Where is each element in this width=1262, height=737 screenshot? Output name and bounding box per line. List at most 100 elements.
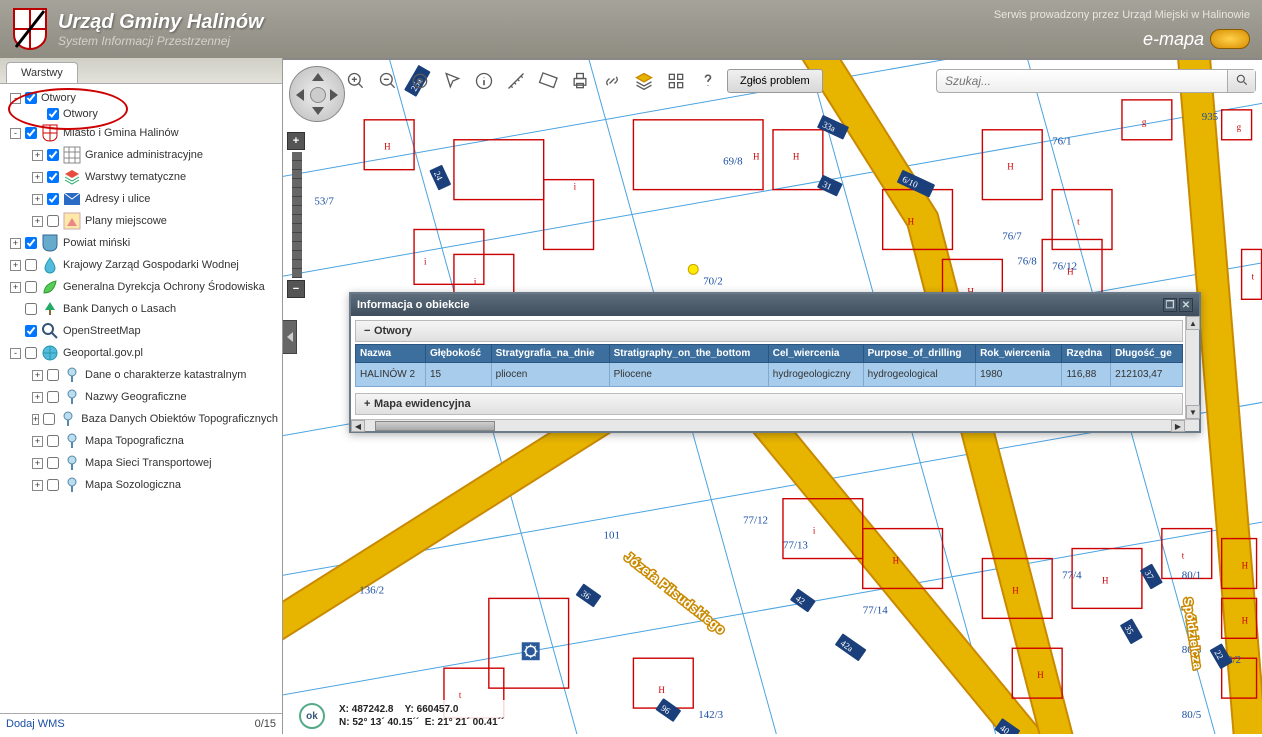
info-vscrollbar[interactable]: ▲▼ [1185, 316, 1199, 419]
info-expand-button[interactable]: ❐ [1163, 298, 1177, 312]
print-tool[interactable] [567, 68, 593, 94]
help-tool[interactable] [695, 68, 721, 94]
tree-toggler-icon[interactable]: + [32, 436, 43, 447]
measure-line-tool[interactable] [503, 68, 529, 94]
layer-checkbox[interactable] [25, 127, 37, 139]
link-tool[interactable] [599, 68, 625, 94]
layer-checkbox[interactable] [25, 347, 37, 359]
layer-checkbox[interactable] [25, 259, 37, 271]
layer-row[interactable]: +Warstwy tematyczne [4, 166, 278, 188]
zoom-in-button[interactable]: + [287, 132, 305, 150]
layer-row[interactable]: -Miasto i Gmina Halinów [4, 122, 278, 144]
layer-tree[interactable]: -OtworyOtwory-Miasto i Gmina Halinów+Gra… [0, 84, 282, 713]
pan-center-button[interactable] [310, 87, 326, 103]
zoom-out-tool[interactable] [375, 68, 401, 94]
measure-area-tool[interactable] [535, 68, 561, 94]
pan-down-button[interactable] [312, 107, 324, 115]
svg-text:i: i [813, 526, 816, 536]
zoom-control[interactable]: + − [287, 132, 307, 300]
layer-row[interactable]: +Powiat miński [4, 232, 278, 254]
tree-toggler-icon[interactable]: + [32, 392, 43, 403]
layer-row[interactable]: +Nazwy Geograficzne [4, 386, 278, 408]
layer-row[interactable]: +Plany miejscowe [4, 210, 278, 232]
layer-row[interactable]: -Geoportal.gov.pl [4, 342, 278, 364]
layers-tool[interactable] [631, 68, 657, 94]
layer-checkbox[interactable] [43, 413, 55, 425]
layer-row[interactable]: Bank Danych o Lasach [4, 298, 278, 320]
zoom-in-tool[interactable] [343, 68, 369, 94]
tree-toggler-icon[interactable]: + [32, 480, 43, 491]
info-hscrollbar[interactable]: ◀▶ [351, 419, 1199, 431]
tree-toggler-icon[interactable]: + [10, 282, 21, 293]
layer-row[interactable]: Otwory [4, 106, 278, 122]
layer-checkbox[interactable] [25, 325, 37, 337]
layer-row[interactable]: OpenStreetMap [4, 320, 278, 342]
tree-toggler-icon[interactable]: + [32, 216, 43, 227]
layer-label: Otwory [41, 92, 76, 104]
add-wms-link[interactable]: Dodaj WMS [6, 718, 65, 730]
tree-toggler-icon[interactable]: - [10, 128, 21, 139]
tree-toggler-icon[interactable]: + [10, 238, 21, 249]
layer-row[interactable]: +Mapa Sozologiczna [4, 474, 278, 496]
svg-text:76/8: 76/8 [1017, 255, 1037, 267]
layer-checkbox[interactable] [47, 108, 59, 120]
zoom-out-button[interactable]: − [287, 280, 305, 298]
layer-checkbox[interactable] [47, 171, 59, 183]
pan-up-button[interactable] [312, 73, 324, 81]
tree-toggler-icon[interactable]: + [32, 458, 43, 469]
layer-checkbox[interactable] [47, 391, 59, 403]
search-button[interactable] [1227, 70, 1255, 92]
layer-checkbox[interactable] [25, 237, 37, 249]
layer-checkbox[interactable] [47, 215, 59, 227]
layer-checkbox[interactable] [47, 457, 59, 469]
pan-control[interactable] [289, 66, 345, 122]
tree-toggler-icon[interactable]: + [32, 172, 43, 183]
section-mapa-header[interactable]: +Mapa ewidencyjna [355, 393, 1183, 415]
layer-row[interactable]: +Adresy i ulice [4, 188, 278, 210]
full-extent-tool[interactable] [407, 68, 433, 94]
layer-row[interactable]: +Mapa Topograficzna [4, 430, 278, 452]
layer-checkbox[interactable] [47, 149, 59, 161]
svg-text:142/3: 142/3 [698, 709, 723, 721]
layer-row[interactable]: +Generalna Dyrekcja Ochrony Środowiska [4, 276, 278, 298]
tab-layers[interactable]: Warstwy [6, 62, 78, 83]
layer-checkbox[interactable] [25, 303, 37, 315]
info-tool[interactable] [471, 68, 497, 94]
tree-toggler-icon[interactable]: + [10, 260, 21, 271]
pointer-tool[interactable] [439, 68, 465, 94]
tree-toggler-icon[interactable]: - [10, 93, 21, 104]
tree-toggler-icon[interactable]: + [32, 414, 39, 425]
layer-checkbox[interactable] [47, 479, 59, 491]
layer-checkbox[interactable] [47, 193, 59, 205]
tree-toggler-icon[interactable]: + [32, 194, 43, 205]
search-input[interactable] [937, 74, 1227, 88]
info-close-button[interactable]: ✕ [1179, 298, 1193, 312]
layer-checkbox[interactable] [47, 435, 59, 447]
layer-row[interactable]: +Baza Danych Obiektów Topograficznych [4, 408, 278, 430]
tree-toggler-icon[interactable]: + [32, 370, 43, 381]
report-problem-button[interactable]: Zgłoś problem [727, 69, 823, 93]
layer-row[interactable]: +Granice administracyjne [4, 144, 278, 166]
legend-tool[interactable] [663, 68, 689, 94]
info-titlebar[interactable]: Informacja o obiekcie ❐ ✕ [351, 294, 1199, 316]
app-subtitle: System Informacji Przestrzennej [58, 34, 264, 48]
pan-left-button[interactable] [296, 89, 304, 101]
table-cell: HALINÓW 2 [356, 363, 426, 387]
map-area[interactable]: + − Zgłoś problem [283, 58, 1262, 734]
tree-toggler-icon[interactable]: + [32, 150, 43, 161]
sidebar-collapse-button[interactable] [283, 320, 297, 354]
layer-checkbox[interactable] [47, 369, 59, 381]
pan-right-button[interactable] [330, 89, 338, 101]
tree-toggler-icon[interactable]: - [10, 348, 21, 359]
layer-row[interactable]: +Mapa Sieci Transportowej [4, 452, 278, 474]
layer-row[interactable]: - Otwory [4, 90, 278, 106]
table-row[interactable]: HALINÓW 215pliocenPliocenehydrogeologicz… [356, 363, 1183, 387]
layer-row[interactable]: +Krajowy Zarząd Gospodarki Wodnej [4, 254, 278, 276]
layer-checkbox[interactable] [25, 281, 37, 293]
table-cell: 1980 [976, 363, 1062, 387]
layer-row[interactable]: +Dane o charakterze katastralnym [4, 364, 278, 386]
map-toolbar: Zgłoś problem [343, 66, 1256, 96]
svg-text:77/13: 77/13 [783, 540, 808, 552]
layer-checkbox[interactable] [25, 92, 37, 104]
section-otwory-header[interactable]: −Otwory [355, 320, 1183, 342]
